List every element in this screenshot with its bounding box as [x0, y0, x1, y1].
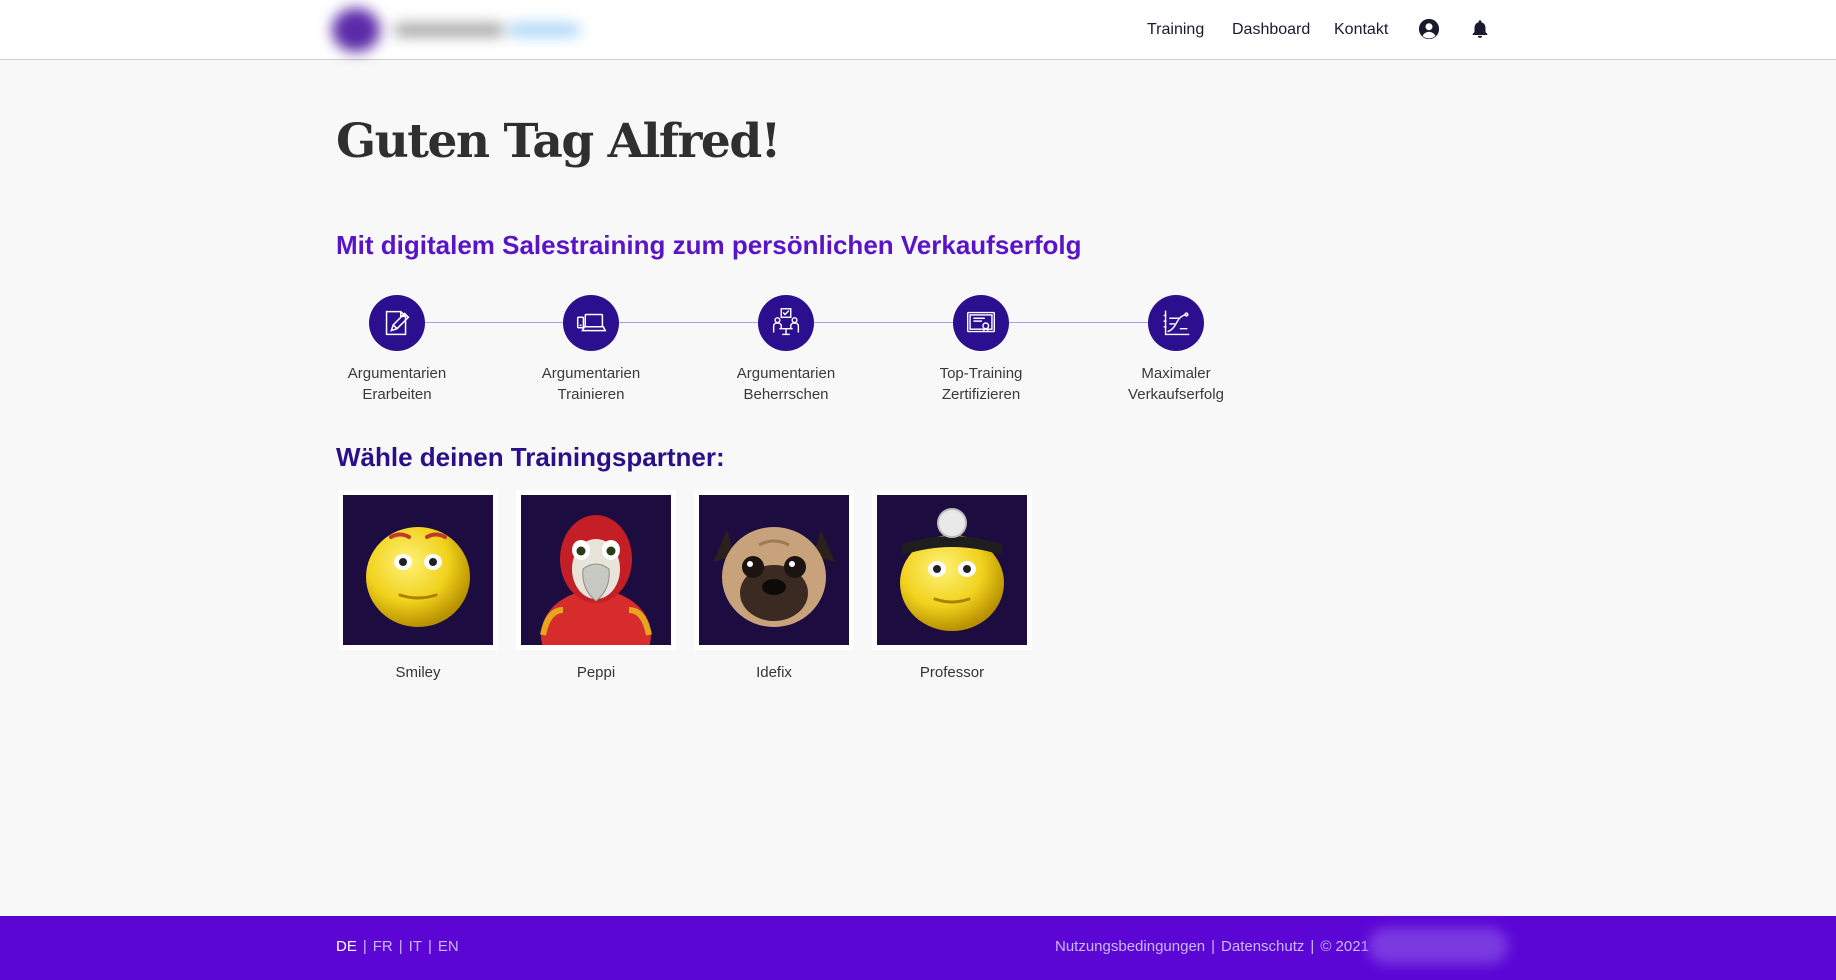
partner-card-smiley[interactable]: Smiley [338, 490, 498, 681]
nav-link-kontakt[interactable]: Kontakt [1334, 21, 1388, 39]
separator: | [1211, 938, 1216, 955]
laptop-phone-icon [576, 313, 607, 332]
footer-brand-logo [1368, 928, 1508, 964]
document-pencil-icon [385, 310, 410, 336]
partner-name: Professor [919, 664, 985, 681]
copyright: © 2021 [1320, 938, 1369, 955]
step-verkaufserfolg: Maximaler Verkaufserfolg [1096, 295, 1256, 405]
partner-card-idefix[interactable]: Idefix [694, 490, 854, 681]
nav-link-training[interactable]: Training [1147, 21, 1204, 39]
step-label-line2: Zertifizieren [941, 386, 1021, 403]
terms-link[interactable]: Nutzungsbedingungen [1055, 938, 1205, 955]
step-circle [369, 295, 425, 351]
language-it[interactable]: IT [409, 938, 422, 955]
step-erarbeiten: Argumentarien Erarbeiten [317, 295, 477, 405]
nav-link-dashboard[interactable]: Dashboard [1232, 21, 1310, 39]
step-circle [563, 295, 619, 351]
language-en[interactable]: EN [438, 938, 459, 955]
separator: | [428, 938, 432, 955]
step-circle [758, 295, 814, 351]
step-label-line1: Top-Training [939, 365, 1023, 382]
partner-name: Idefix [756, 664, 792, 681]
language-de[interactable]: DE [336, 938, 357, 955]
step-label-line1: Argumentarien [347, 365, 447, 382]
pug-avatar [713, 527, 835, 627]
step-zertifizieren: Top-Training Zertifizieren [901, 295, 1061, 405]
separator: | [398, 938, 403, 955]
top-navigation-bar: Training Dashboard Kontakt [0, 0, 1836, 60]
step-label-line2: Erarbeiten [362, 386, 432, 403]
step-label-line2: Verkaufserfolg [1128, 386, 1224, 403]
language-switcher: DE | FR | IT | EN [336, 938, 459, 955]
step-circle [1148, 295, 1204, 351]
parrot-avatar [540, 515, 652, 645]
partner-card-professor[interactable]: Professor [872, 490, 1032, 681]
step-trainieren: Argumentarien Trainieren [511, 295, 671, 405]
step-label-line1: Maximaler [1141, 365, 1211, 382]
step-circle [953, 295, 1009, 351]
meeting-check-icon [772, 308, 800, 336]
section-title-training-partner: Wähle deinen Trainingspartner: [336, 442, 725, 472]
separator: | [1310, 938, 1315, 955]
partner-card-peppi[interactable]: Peppi [516, 490, 676, 681]
step-label-line2: Trainieren [557, 386, 625, 403]
partner-name: Peppi [576, 664, 616, 681]
certificate-icon [966, 311, 996, 333]
separator: | [362, 938, 367, 955]
page-subtitle: Mit digitalem Salestraining zum persönli… [336, 230, 1082, 260]
step-label-line1: Argumentarien [541, 365, 641, 382]
step-beherrschen: Argumentarien Beherrschen [706, 295, 866, 405]
smiley-avatar [366, 527, 470, 627]
professor-smiley-avatar [900, 508, 1004, 631]
user-circle-icon[interactable] [1418, 18, 1440, 40]
brand-logo[interactable] [326, 4, 596, 54]
step-label-line2: Beherrschen [743, 386, 829, 403]
privacy-link[interactable]: Datenschutz [1221, 938, 1304, 955]
language-fr[interactable]: FR [373, 938, 393, 955]
growth-chart-icon [1163, 310, 1190, 336]
footer: DE | FR | IT | EN Nutzungsbedingungen | Datensch… [0, 916, 1836, 980]
step-label-line1: Argumentarien [736, 365, 836, 382]
partner-name: Smiley [395, 664, 441, 681]
page-title: Guten Tag Alfred! [336, 114, 781, 169]
footer-links: Nutzungsbedingungen | Datenschutz | © 2021 [1055, 938, 1369, 955]
bell-icon[interactable] [1469, 18, 1491, 40]
